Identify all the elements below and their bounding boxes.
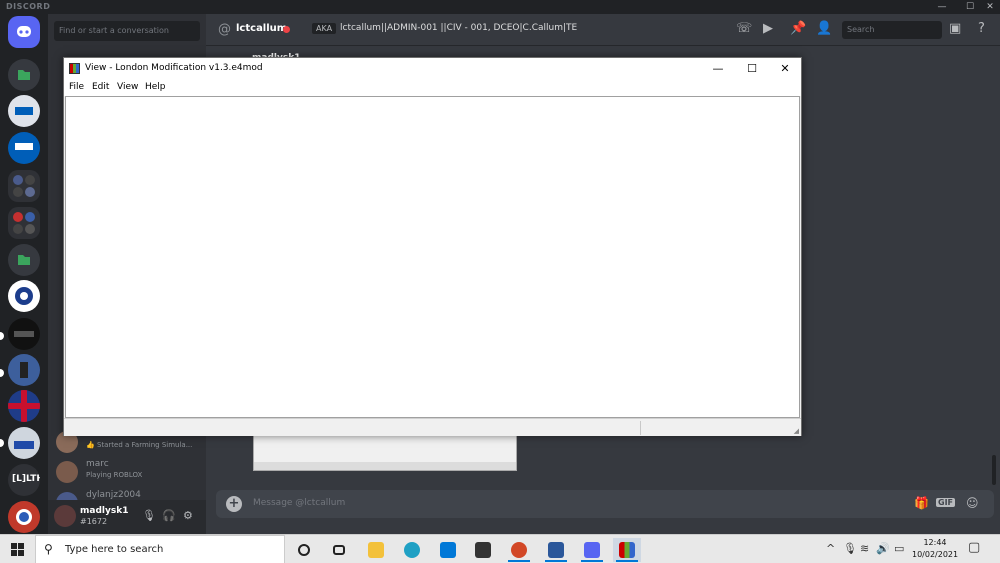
menu-help[interactable]: Help	[145, 82, 166, 92]
server-police-badge[interactable]	[8, 280, 40, 312]
help-icon[interactable]: ?	[978, 21, 985, 36]
add-friend-icon[interactable]: 👤	[816, 21, 832, 36]
unread-indicator	[0, 439, 4, 447]
windows-start-icon[interactable]	[11, 543, 24, 556]
server-security[interactable]	[8, 318, 40, 350]
cortana-icon[interactable]	[290, 538, 318, 562]
battery-icon[interactable]: ▭	[894, 542, 904, 555]
server-folder-1[interactable]	[8, 170, 40, 202]
server-united-kingdom[interactable]	[8, 390, 40, 422]
message-composer: + Message @lctcallum 🎁 GIF ☺	[216, 490, 994, 518]
user-avatar[interactable]	[54, 505, 76, 527]
microphone-tray-icon[interactable]: 🎙	[843, 542, 857, 555]
wifi-icon[interactable]: ≋	[860, 542, 869, 555]
message-input[interactable]: Message @lctcallum	[253, 498, 345, 508]
taskbar-search-input[interactable]: Type here to search	[65, 544, 163, 555]
maximize-icon[interactable]: ☐	[960, 0, 980, 14]
close-icon[interactable]: ✕	[980, 0, 1000, 14]
clock-date: 10/02/2021	[912, 550, 959, 559]
video-call-icon[interactable]: ▶	[763, 21, 773, 36]
pin-icon[interactable]: 📌	[790, 21, 806, 36]
emoji-icon[interactable]: ☺	[966, 496, 979, 510]
window-titlebar[interactable]: View - London Modification v1.3.e4mod — …	[64, 58, 801, 80]
window-title: View - London Modification v1.3.e4mod	[85, 63, 263, 73]
clock-time: 12:44	[923, 538, 947, 547]
app-icon	[69, 63, 80, 74]
inbox-icon[interactable]: ▣	[949, 21, 961, 36]
volume-icon[interactable]: 🔊	[876, 542, 890, 555]
server-nhs-1[interactable]	[8, 95, 40, 127]
microphone-icon[interactable]: 🎙	[142, 509, 156, 522]
nickname-list: lctcallum||ADMIN-001 ||CIV - 001, DCEO|C…	[340, 23, 578, 33]
menu-view[interactable]: View	[117, 82, 138, 92]
server-nhs-2[interactable]	[8, 132, 40, 164]
server-vehicle[interactable]	[8, 427, 40, 459]
taskbar-search[interactable]: ⚲ Type here to search	[35, 535, 285, 563]
server-roblox-avatar[interactable]	[8, 354, 40, 386]
dnd-status-icon	[283, 26, 290, 33]
menu-file[interactable]: File	[69, 82, 84, 92]
avatar	[56, 461, 78, 483]
status-divider	[640, 421, 641, 435]
server-folder-2[interactable]	[8, 207, 40, 239]
minimize-icon[interactable]: —	[932, 0, 952, 14]
dm-name: dylanjz2004	[86, 490, 141, 500]
user-name: madlysk1	[80, 506, 129, 516]
home-discord-icon[interactable]	[8, 16, 40, 48]
user-panel: madlysk1 #1672 🎙 🎧 ⚙	[48, 500, 206, 534]
maximize-icon[interactable]: ☐	[735, 58, 769, 80]
user-tag: #1672	[80, 517, 108, 526]
chat-scrollbar[interactable]	[992, 455, 996, 485]
london-modification-taskbar-icon[interactable]	[613, 538, 641, 562]
server-lth[interactable]: [L]LTH	[8, 464, 40, 496]
dm-status: Playing ROBLOX	[86, 471, 143, 479]
minimize-icon[interactable]: —	[701, 58, 735, 80]
word-icon[interactable]	[542, 538, 570, 562]
menu-bar: File Edit View Help	[64, 80, 801, 96]
file-explorer-icon[interactable]	[362, 538, 390, 562]
gif-icon[interactable]: GIF	[936, 498, 956, 507]
dm-status: 👍 Started a Farming Simula...	[86, 441, 193, 449]
windows-taskbar: ⚲ Type here to search ^ 🎙 ≋ 🔊 ▭ 12:44 10…	[0, 534, 1000, 563]
close-icon[interactable]: ✕	[768, 58, 802, 80]
unread-indicator	[0, 332, 4, 340]
folder-icon-2[interactable]	[8, 244, 40, 276]
thumbnail-taskbar	[254, 462, 516, 470]
taskbar-clock[interactable]: 12:44 10/02/2021	[912, 537, 958, 561]
discord-titlebar: DISCORD — ☐ ✕	[0, 0, 1000, 14]
dm-name: marc	[86, 459, 109, 469]
at-icon: @	[218, 22, 231, 37]
unread-indicator	[0, 369, 4, 377]
status-bar: ◢	[64, 418, 801, 436]
embedded-screenshot-image[interactable]	[253, 435, 517, 471]
resize-grip-icon[interactable]: ◢	[794, 427, 799, 435]
menu-edit[interactable]: Edit	[92, 82, 109, 92]
folder-icon[interactable]	[8, 59, 40, 91]
discord-brand: DISCORD	[6, 2, 51, 11]
edge-icon[interactable]	[398, 538, 426, 562]
window-content-area[interactable]	[65, 96, 800, 418]
search-input[interactable]: Search	[842, 21, 942, 39]
gift-icon[interactable]: 🎁	[914, 496, 929, 510]
aka-badge: AKA	[312, 23, 337, 34]
london-modification-window: View - London Modification v1.3.e4mod — …	[63, 57, 802, 436]
find-conversation-input[interactable]: Find or start a conversation	[54, 21, 200, 41]
search-icon: ⚲	[44, 542, 53, 556]
dm-item[interactable]: marc Playing ROBLOX	[56, 457, 206, 487]
dm-title: lctcallum	[236, 23, 288, 34]
server-rail: [L]LTH	[0, 14, 48, 534]
mail-icon[interactable]	[434, 538, 462, 562]
gear-icon[interactable]: ⚙	[183, 509, 193, 522]
discord-taskbar-icon[interactable]	[578, 538, 606, 562]
call-icon[interactable]: ☏	[736, 21, 752, 36]
add-attachment-icon[interactable]: +	[226, 496, 242, 512]
dm-header: @ lctcallum AKA lctcallum||ADMIN-001 ||C…	[206, 14, 1000, 46]
headphones-icon[interactable]: 🎧	[162, 509, 176, 522]
show-hidden-icons[interactable]: ^	[826, 542, 835, 555]
task-view-icon[interactable]	[325, 538, 353, 562]
server-red-badge[interactable]	[8, 501, 40, 533]
store-icon[interactable]	[469, 538, 497, 562]
notifications-icon[interactable]: ▢	[968, 540, 980, 555]
powerpoint-icon[interactable]	[505, 538, 533, 562]
